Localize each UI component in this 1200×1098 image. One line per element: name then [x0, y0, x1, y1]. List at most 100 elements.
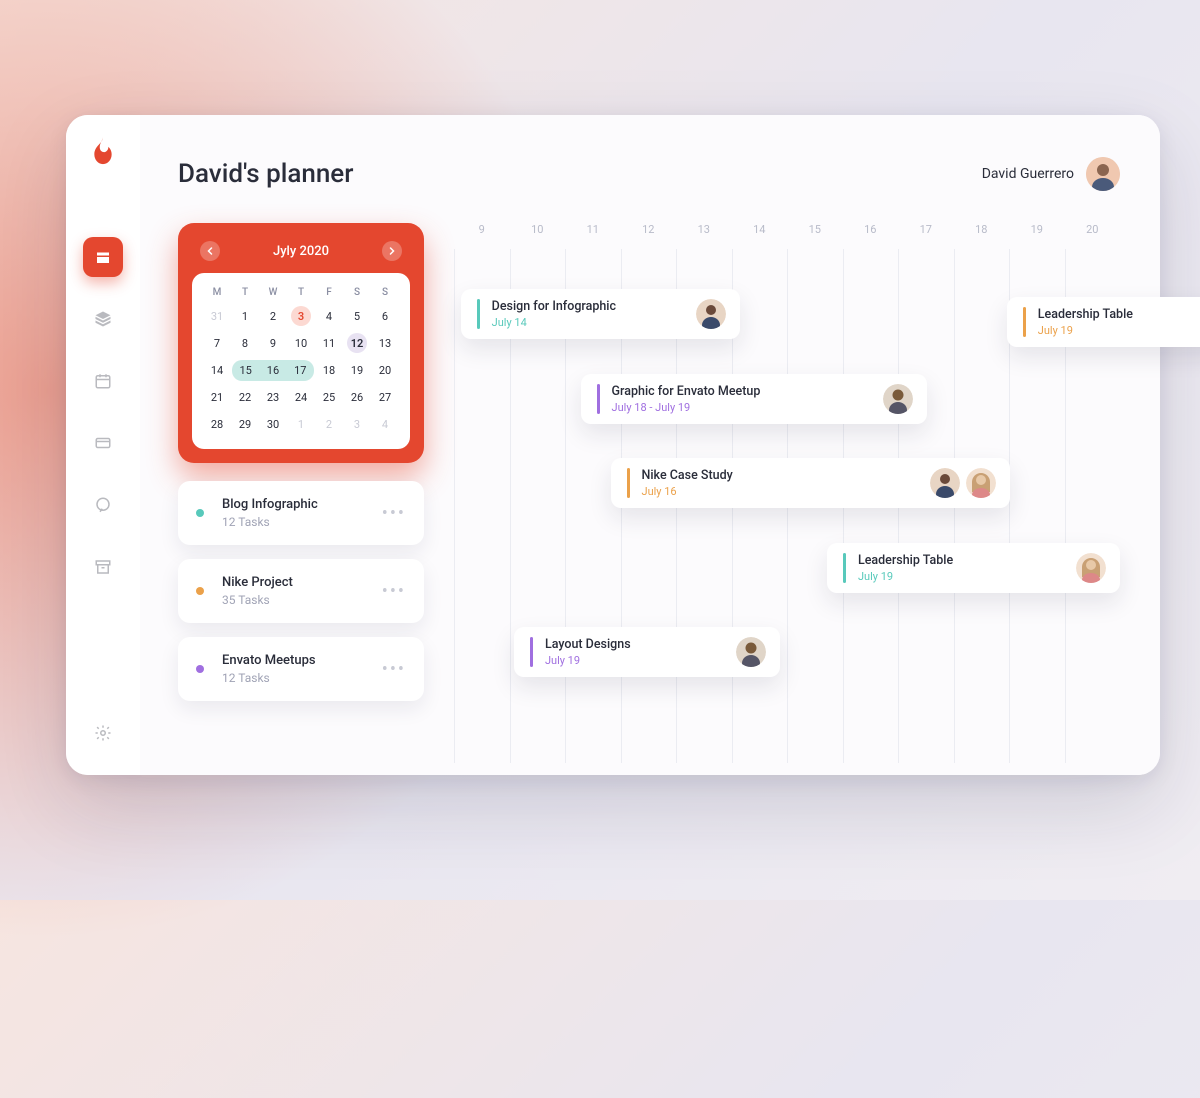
- calendar-day[interactable]: 27: [372, 387, 398, 408]
- event-avatar: [696, 299, 726, 329]
- nav-calendar[interactable]: [83, 361, 123, 401]
- hour-label: 17: [898, 223, 954, 243]
- timeline: 91011121314151617181920 Design for Infog…: [454, 223, 1120, 763]
- event-avatar: [1076, 553, 1106, 583]
- calendar-day[interactable]: 29: [232, 414, 258, 435]
- calendar-day[interactable]: 9: [260, 333, 286, 354]
- timeline-event[interactable]: Graphic for Envato Meetup July 18 - July…: [581, 374, 927, 424]
- calendar-widget: Jyly 2020 MTWTFSS 3112345678910111213141…: [178, 223, 424, 463]
- timeline-event[interactable]: Leadership Table July 19: [1007, 297, 1200, 347]
- left-column: Jyly 2020 MTWTFSS 3112345678910111213141…: [178, 223, 424, 763]
- calendar-grid: MTWTFSS 31123456789101112131415161718192…: [192, 273, 410, 449]
- event-avatar: [883, 384, 913, 414]
- calendar-day[interactable]: 1: [288, 414, 314, 435]
- sidebar: [66, 115, 140, 775]
- hour-label: 12: [621, 223, 677, 243]
- hour-label: 11: [565, 223, 621, 243]
- timeline-event[interactable]: Leadership Table July 19: [827, 543, 1120, 593]
- hour-label: 9: [454, 223, 510, 243]
- calendar-day[interactable]: 20: [372, 360, 398, 381]
- event-name: Leadership Table: [1038, 307, 1200, 322]
- user-name: David Guerrero: [982, 166, 1074, 182]
- calendar-day[interactable]: 22: [232, 387, 258, 408]
- app-window: David's planner David Guerrero Jyly 2020…: [66, 115, 1160, 775]
- calendar-day[interactable]: 4: [316, 306, 342, 327]
- calendar-day[interactable]: 25: [316, 387, 342, 408]
- calendar-day[interactable]: 31: [204, 306, 230, 327]
- calendar-day[interactable]: 6: [372, 306, 398, 327]
- calendar-day[interactable]: 3: [344, 414, 370, 435]
- event-date: July 19: [1038, 324, 1200, 337]
- event-color-bar: [1023, 307, 1026, 337]
- calendar-day[interactable]: 5: [344, 306, 370, 327]
- calendar-day[interactable]: 30: [260, 414, 286, 435]
- project-more-button[interactable]: •••: [382, 503, 406, 524]
- project-tasks: 35 Tasks: [222, 593, 382, 607]
- calendar-day[interactable]: 4: [372, 414, 398, 435]
- event-avatar: [736, 637, 766, 667]
- timeline-event[interactable]: Design for Infographic July 14: [461, 289, 741, 339]
- nav-archive[interactable]: [83, 547, 123, 587]
- event-name: Graphic for Envato Meetup: [612, 384, 873, 399]
- calendar-day[interactable]: 14: [204, 360, 230, 381]
- event-date: July 19: [858, 570, 1066, 583]
- calendar-day[interactable]: 2: [316, 414, 342, 435]
- event-name: Layout Designs: [545, 637, 726, 652]
- calendar-day[interactable]: 19: [344, 360, 370, 381]
- nav-chat[interactable]: [83, 485, 123, 525]
- project-card[interactable]: Blog Infographic 12 Tasks •••: [178, 481, 424, 545]
- user-avatar: [1086, 157, 1120, 191]
- event-avatar: [966, 468, 996, 498]
- calendar-day[interactable]: 3: [291, 306, 311, 326]
- calendar-day[interactable]: 7: [204, 333, 230, 354]
- flame-logo-icon: [90, 137, 116, 167]
- event-color-bar: [530, 637, 533, 667]
- calendar-day[interactable]: 10: [288, 333, 314, 354]
- calendar-prev-button[interactable]: [200, 241, 220, 261]
- weekday-label: W: [260, 287, 286, 298]
- event-date: July 14: [492, 316, 687, 329]
- event-name: Nike Case Study: [642, 468, 921, 483]
- project-name: Nike Project: [222, 575, 382, 590]
- project-name: Blog Infographic: [222, 497, 382, 512]
- timeline-events: Design for Infographic July 14 Leadershi…: [454, 249, 1120, 763]
- timeline-event[interactable]: Nike Case Study July 16: [611, 458, 1011, 508]
- hour-label: 20: [1065, 223, 1121, 243]
- user-chip[interactable]: David Guerrero: [982, 157, 1120, 191]
- calendar-day[interactable]: 13: [372, 333, 398, 354]
- calendar-day[interactable]: 11: [316, 333, 342, 354]
- calendar-day[interactable]: 24: [288, 387, 314, 408]
- nav-card[interactable]: [83, 423, 123, 463]
- project-card[interactable]: Envato Meetups 12 Tasks •••: [178, 637, 424, 701]
- project-more-button[interactable]: •••: [382, 581, 406, 602]
- nav-settings[interactable]: [83, 713, 123, 753]
- calendar-day[interactable]: 12: [347, 333, 367, 353]
- weekday-label: T: [288, 287, 314, 298]
- hour-label: 18: [954, 223, 1010, 243]
- project-card[interactable]: Nike Project 35 Tasks •••: [178, 559, 424, 623]
- weekday-label: T: [232, 287, 258, 298]
- calendar-day[interactable]: 26: [344, 387, 370, 408]
- timeline-event[interactable]: Layout Designs July 19: [514, 627, 780, 677]
- nav-inbox[interactable]: [83, 237, 123, 277]
- calendar-day[interactable]: 23: [260, 387, 286, 408]
- event-color-bar: [597, 384, 600, 414]
- page-title: David's planner: [178, 159, 353, 189]
- hour-label: 10: [510, 223, 566, 243]
- event-color-bar: [477, 299, 480, 329]
- project-more-button[interactable]: •••: [382, 659, 406, 680]
- calendar-range[interactable]: 151617: [232, 360, 314, 381]
- project-tasks: 12 Tasks: [222, 515, 382, 529]
- event-avatar: [930, 468, 960, 498]
- calendar-day[interactable]: 18: [316, 360, 342, 381]
- calendar-day[interactable]: 2: [260, 306, 286, 327]
- event-name: Leadership Table: [858, 553, 1066, 568]
- calendar-day[interactable]: 1: [232, 306, 258, 327]
- weekday-label: S: [344, 287, 370, 298]
- calendar-next-button[interactable]: [382, 241, 402, 261]
- calendar-day[interactable]: 8: [232, 333, 258, 354]
- weekday-label: M: [204, 287, 230, 298]
- calendar-day[interactable]: 21: [204, 387, 230, 408]
- nav-layers[interactable]: [83, 299, 123, 339]
- calendar-day[interactable]: 28: [204, 414, 230, 435]
